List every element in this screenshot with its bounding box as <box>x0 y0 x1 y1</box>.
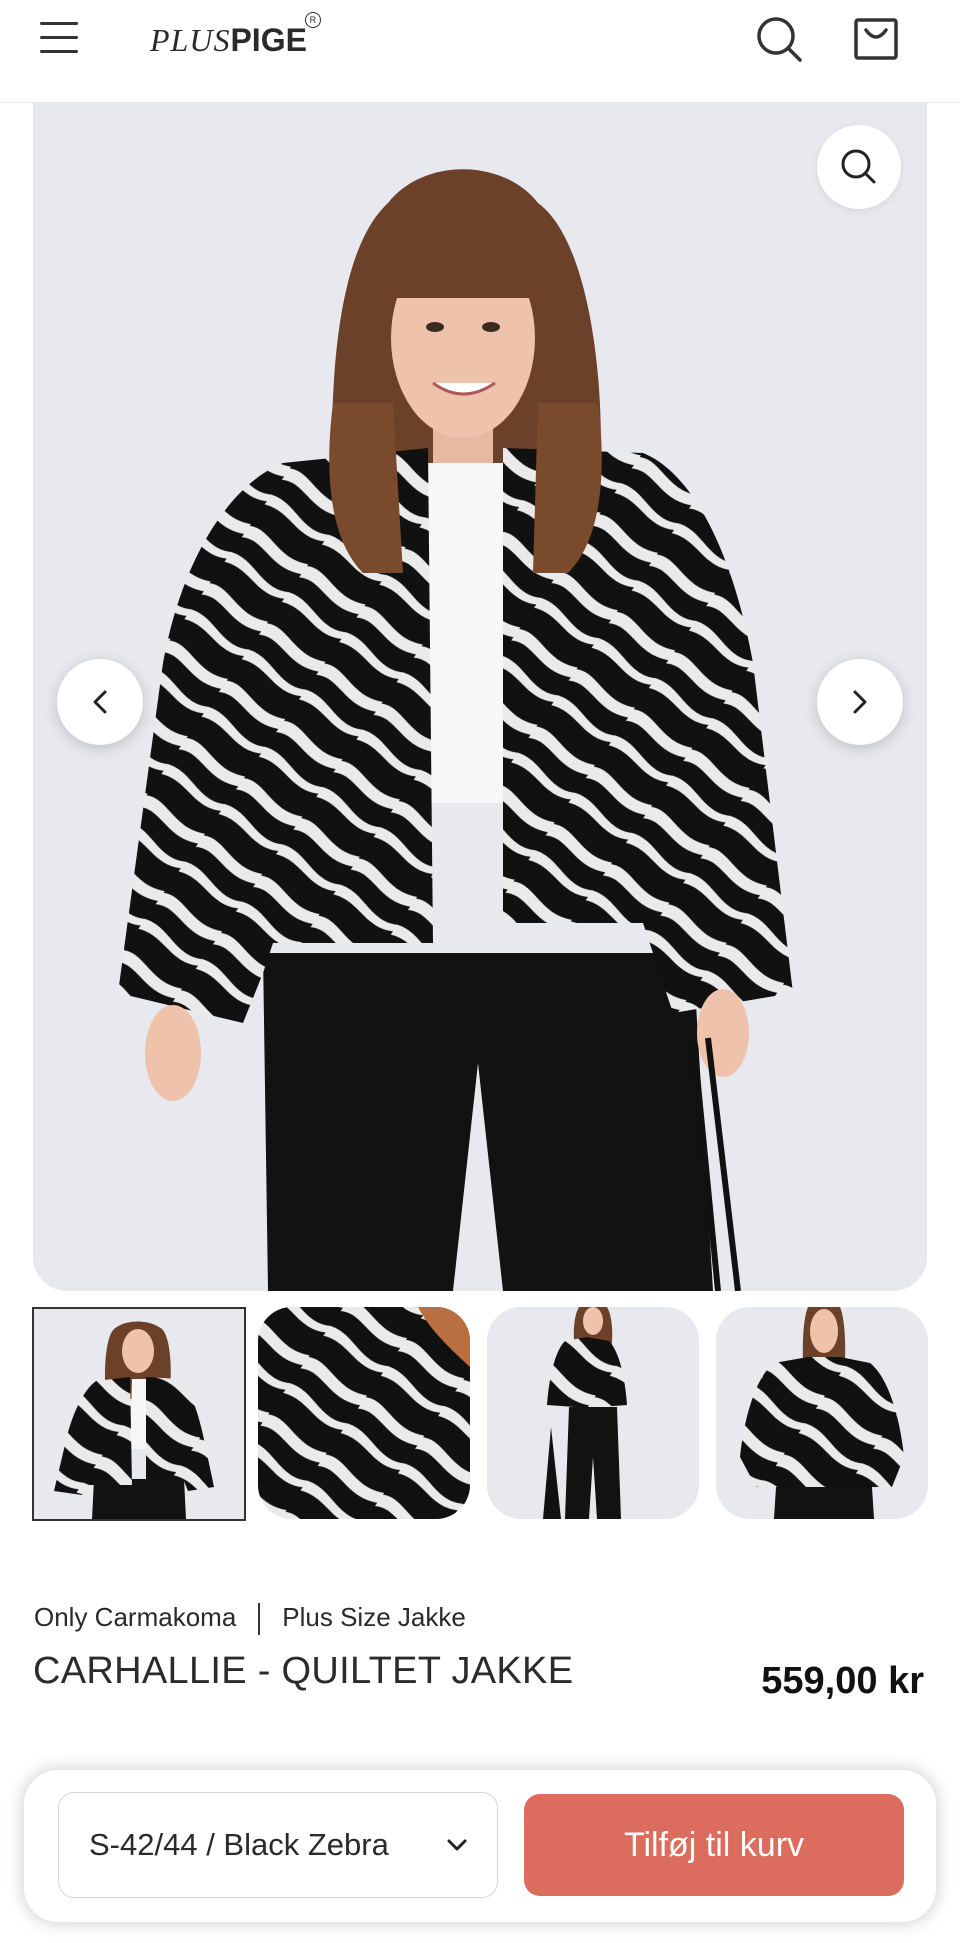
purchase-bar: S-42/44 / Black Zebra Tilføj til kurv <box>24 1770 936 1922</box>
meta-divider <box>258 1603 261 1636</box>
add-to-cart-button[interactable]: Tilføj til kurv <box>524 1794 904 1896</box>
thumbnail-strip <box>32 1307 932 1521</box>
chevron-right-icon <box>853 690 867 714</box>
menu-icon[interactable] <box>36 18 84 60</box>
site-logo[interactable]: PLUSPIGE R <box>150 12 321 59</box>
zoom-icon <box>841 149 876 184</box>
variant-select[interactable]: S-42/44 / Black Zebra <box>58 1792 498 1898</box>
chevron-down-icon <box>447 1839 467 1851</box>
zoom-button[interactable] <box>817 125 901 209</box>
product-brand[interactable]: Only Carmakoma <box>34 1602 236 1632</box>
next-image-button[interactable] <box>817 659 903 745</box>
product-category[interactable]: Plus Size Jakke <box>282 1602 466 1632</box>
thumbnail-4[interactable] <box>716 1307 928 1519</box>
product-price: 559,00 kr <box>761 1660 924 1702</box>
previous-image-button[interactable] <box>57 659 143 745</box>
shopping-bag-icon[interactable] <box>850 12 904 66</box>
site-header: PLUSPIGE R <box>0 0 960 103</box>
chevron-left-icon <box>93 690 107 714</box>
thumbnail-3[interactable] <box>487 1307 699 1519</box>
thumbnail-2[interactable] <box>258 1307 470 1519</box>
variant-select-value: S-42/44 / Black Zebra <box>89 1827 389 1862</box>
product-meta: Only Carmakoma Plus Size Jakke <box>34 1602 466 1636</box>
product-photo <box>118 169 793 1291</box>
product-title: CARHALLIE - QUILTET JAKKE <box>33 1650 574 1692</box>
product-main-image[interactable] <box>33 103 927 1291</box>
thumbnail-1[interactable] <box>32 1307 246 1521</box>
search-icon[interactable] <box>752 12 806 66</box>
